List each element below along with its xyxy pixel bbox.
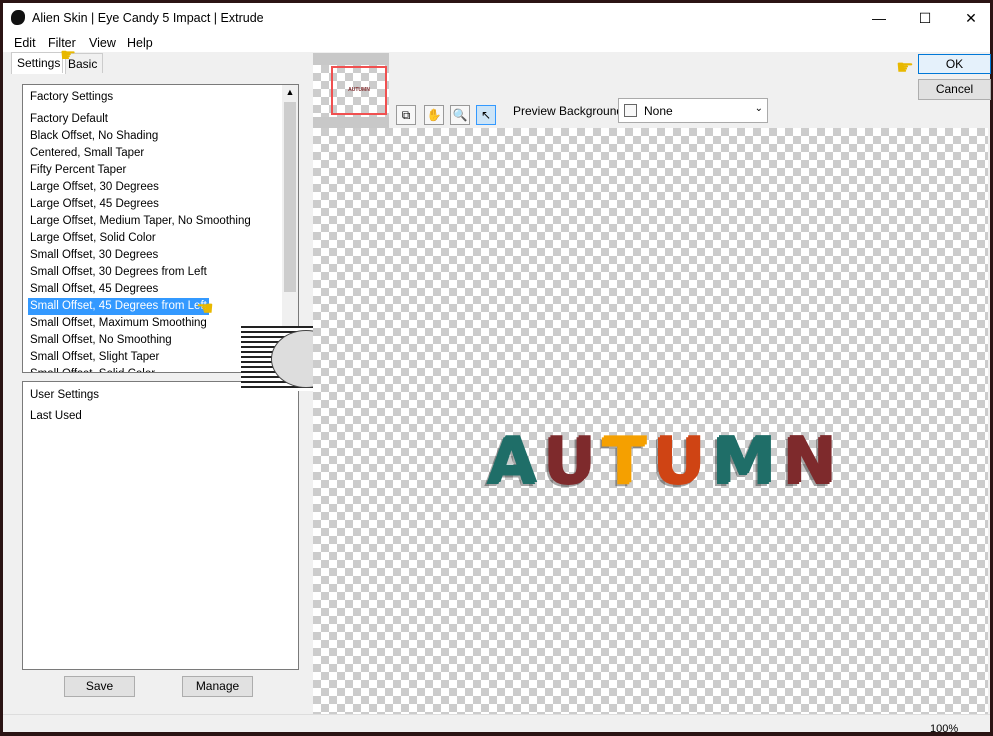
maximize-button[interactable]: ☐ [902,7,948,29]
list-header: Factory Settings [30,91,114,103]
select-value: None [644,104,673,118]
window-title: Alien Skin | Eye Candy 5 Impact | Extrud… [32,11,264,25]
title-bar: Alien Skin | Eye Candy 5 Impact | Extrud… [3,3,990,32]
pointer-tool-icon[interactable]: ↖ [476,105,496,125]
zoom-tool-icon[interactable]: 🔍 [450,105,470,125]
eye-candy-window: Alien Skin | Eye Candy 5 Impact | Extrud… [3,3,991,735]
pointing-hand-icon: ☛ [60,45,77,65]
app-icon [11,10,25,25]
menu-edit[interactable]: Edit [14,36,36,50]
list-header: User Settings [30,389,100,401]
list-item[interactable]: Factory Default [28,111,110,128]
list-item[interactable]: Small Offset, 45 Degrees [28,281,160,298]
preview-canvas[interactable] [313,128,988,714]
ok-button[interactable]: OK [918,54,991,74]
list-item[interactable]: Black Offset, No Shading [28,128,160,145]
chevron-down-icon: ⌄ [754,103,763,114]
list-item[interactable]: Centered, Small Taper [28,145,146,162]
tab-settings[interactable]: Settings [11,52,67,74]
close-button[interactable]: ✕ [948,7,993,29]
menu-view[interactable]: View [89,36,116,50]
menu-bar: Edit Filter View Help [3,32,990,52]
status-bar: 100% [3,714,990,735]
preview-text: AUTUMN [488,429,837,493]
list-item[interactable]: Fifty Percent Taper [28,162,128,179]
list-item[interactable]: Small Offset, Slight Taper [28,349,161,366]
preview-letter: U [544,424,597,498]
navigator-frame[interactable]: AUTUMN [331,66,387,115]
manage-button[interactable]: Manage [182,676,253,697]
cancel-button[interactable]: Cancel [918,79,991,100]
list-item[interactable]: Large Offset, 45 Degrees [28,196,161,213]
preview-letter: U [654,424,707,498]
preview-toggle-icon[interactable]: ⧉ [396,105,416,125]
preview-letter: N [783,424,838,498]
list-item[interactable]: Small Offset, 30 Degrees [28,247,160,264]
color-swatch [624,104,637,117]
list-item[interactable]: Small Offset, No Smoothing [28,332,174,349]
list-item[interactable]: Large Offset, 30 Degrees [28,179,161,196]
menu-help[interactable]: Help [127,36,153,50]
pointing-hand-icon: ☛ [896,57,914,79]
pointing-hand-icon: ☚ [196,298,214,320]
list-item[interactable]: Last Used [28,408,84,425]
save-button[interactable]: Save [64,676,135,697]
list-item[interactable]: Large Offset, Solid Color [28,230,158,247]
preview-background-select[interactable]: None ⌄ [618,98,768,123]
list-item[interactable]: Large Offset, Medium Taper, No Smoothing [28,213,253,230]
preview-letter: M [713,424,777,498]
preview-background-label: Preview Background: [513,104,627,118]
scroll-up-icon[interactable]: ▲ [282,85,298,99]
scroll-thumb[interactable] [284,102,296,292]
list-item[interactable]: Small Offset, Solid Color [28,366,157,372]
zoom-level: 100% [930,723,959,735]
list-item[interactable]: Small Offset, 45 Degrees from Left [28,298,209,315]
list-item[interactable]: Small Offset, Maximum Smoothing [28,315,209,332]
list-item[interactable]: Small Offset, 30 Degrees from Left [28,264,209,281]
hand-tool-icon[interactable]: ✋ [424,105,444,125]
minimize-button[interactable]: — [856,7,902,29]
preview-navigator[interactable]: AUTUMN [313,53,389,128]
preview-letter: A [488,424,538,498]
user-settings-list[interactable]: User Settings Last Used [22,381,299,670]
preview-letter: T [603,424,648,498]
